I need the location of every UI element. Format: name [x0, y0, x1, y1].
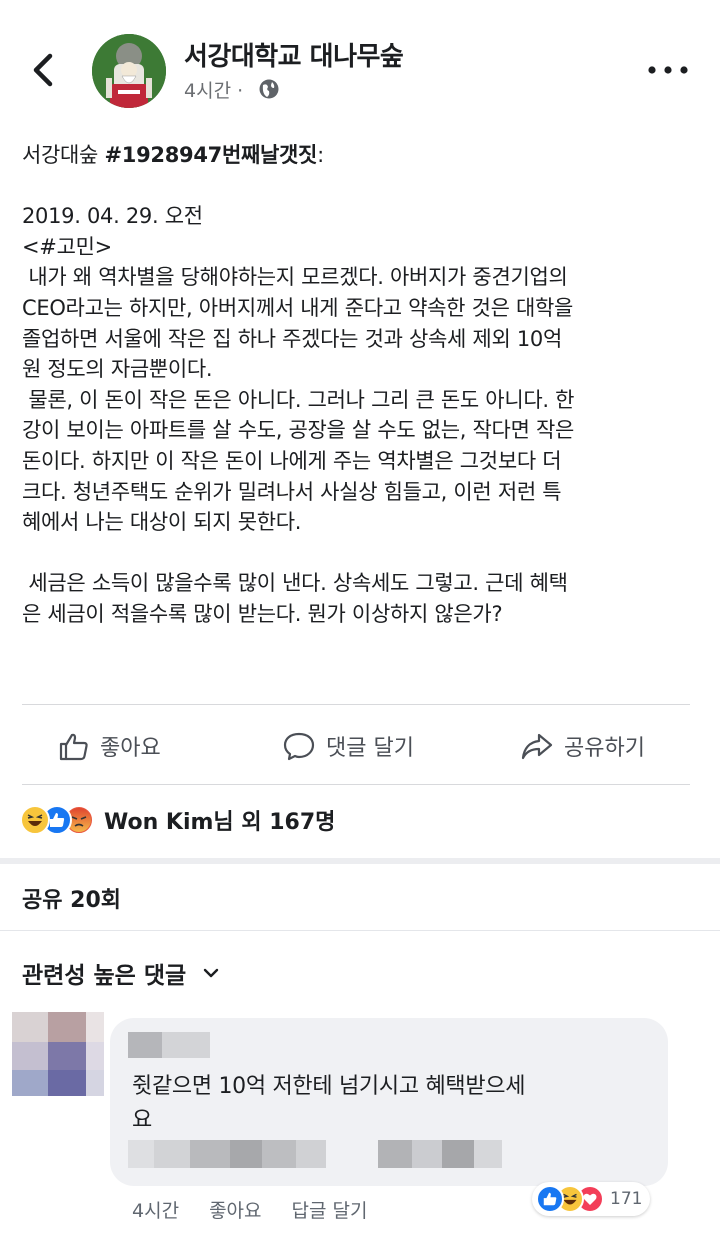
reactions-summary-text: Won Kim님 외 167명	[104, 810, 336, 835]
page-avatar[interactable]	[92, 34, 166, 108]
commenter-name-blurred[interactable]	[128, 1032, 210, 1058]
haha-reaction-icon	[20, 805, 50, 835]
comment-like-reaction-icon	[536, 1185, 564, 1213]
comment-bubble-icon	[283, 732, 315, 761]
comment-sort-label: 관련성 높은 댓글	[22, 963, 187, 989]
section-separator-2	[0, 930, 720, 931]
section-separator	[0, 858, 720, 864]
post-body: 서강대숲 #1928947번째날갯짓: 2019. 04. 29. 오전 <#고…	[22, 140, 702, 630]
share-arrow-icon	[521, 733, 553, 760]
like-button[interactable]: 좋아요	[58, 728, 161, 764]
post-headline: 서강대숲 #1928947번째날갯짓:	[22, 140, 702, 171]
reactions-summary[interactable]: Won Kim님 외 167명	[20, 802, 335, 838]
comment-reactions[interactable]: 171	[532, 1182, 651, 1216]
comment-reply-link[interactable]: 답글 달기	[292, 1196, 368, 1223]
comment-blurred-text	[128, 1140, 502, 1168]
comment-label: 댓글 달기	[326, 736, 414, 761]
page-name[interactable]: 서강대학교 대나무숲	[184, 36, 404, 73]
post-headline-prefix: 서강대숲	[22, 143, 105, 167]
share-label: 공유하기	[564, 736, 645, 761]
share-count[interactable]: 공유 20회	[22, 882, 121, 914]
comment-reaction-count: 171	[610, 1189, 643, 1209]
back-arrow-icon[interactable]	[28, 50, 58, 90]
post-timestamp[interactable]: 4시간 ·	[184, 76, 243, 103]
more-options-icon[interactable]	[646, 60, 690, 80]
like-label: 좋아요	[100, 736, 161, 761]
comment-like-link[interactable]: 좋아요	[209, 1196, 261, 1223]
post-headline-suffix: :	[317, 143, 324, 167]
action-divider-bottom	[22, 784, 690, 785]
comment-button[interactable]: 댓글 달기	[282, 728, 414, 764]
chevron-down-icon	[203, 968, 219, 978]
comment-text: 쥣같으면 10억 저한테 넘기시고 혜택받으세 요	[132, 1074, 526, 1133]
action-divider-top	[22, 704, 690, 705]
thumbs-up-icon	[59, 733, 88, 761]
post-header: 서강대학교 대나무숲 4시간 ·	[0, 0, 720, 120]
globe-icon	[259, 79, 279, 99]
comment-bubble[interactable]: 쥣같으면 10억 저한테 넘기시고 혜택받으세 요	[110, 1018, 668, 1186]
post-hashtag[interactable]: #1928947번째날갯짓	[104, 143, 317, 167]
post-actions: 좋아요 댓글 달기 공유하기	[0, 706, 720, 782]
comment-time[interactable]: 4시간	[132, 1196, 179, 1223]
comment-meta: 4시간 좋아요 답글 달기	[132, 1196, 397, 1223]
comment-sort-selector[interactable]: 관련성 높은 댓글	[22, 956, 220, 990]
post-text: 2019. 04. 29. 오전 <#고민> 내가 왜 역차별을 당해야하는지 …	[22, 204, 575, 626]
share-button[interactable]: 공유하기	[520, 728, 645, 764]
commenter-avatar[interactable]	[12, 1012, 104, 1096]
